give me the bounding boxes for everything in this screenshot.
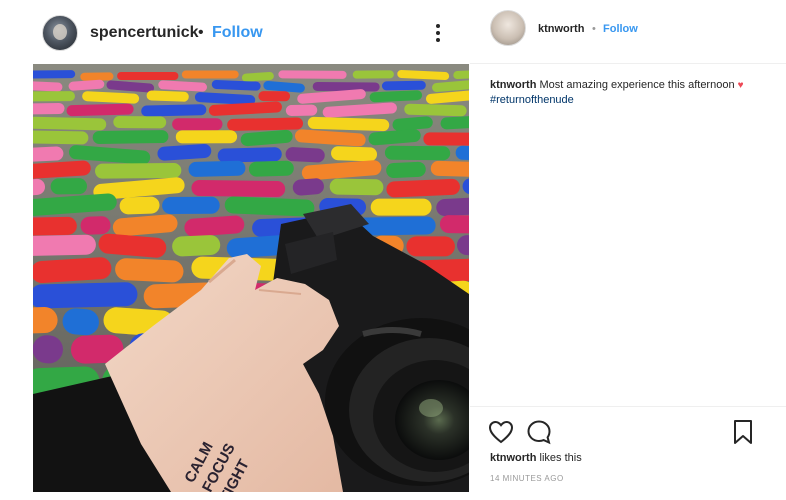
- body-shape: [33, 116, 107, 131]
- body-shape: [430, 160, 469, 178]
- body-shape: [331, 146, 378, 162]
- panel-username[interactable]: ktnworth: [538, 23, 584, 35]
- post-side-panel: ktnworth • Follow ktnworth Most amazing …: [470, 0, 786, 500]
- body-shape: [386, 178, 460, 198]
- body-shape: [146, 90, 189, 102]
- body-shape: [117, 72, 179, 80]
- body-shape: [370, 198, 432, 216]
- commenter-avatar[interactable]: [490, 10, 526, 46]
- separator-dot: •: [592, 23, 596, 35]
- body-shape: [172, 235, 221, 257]
- body-shape: [175, 130, 238, 144]
- hand-writing: CALM FOCUS TIGHT: [181, 439, 252, 492]
- post-timestamp[interactable]: 14 MINUTES AGO: [490, 474, 564, 483]
- body-shape: [33, 91, 76, 102]
- body-shape: [406, 236, 455, 257]
- body-shape: [352, 70, 394, 79]
- body-shape: [50, 178, 88, 195]
- more-options-icon[interactable]: [428, 22, 448, 44]
- body-shape: [436, 197, 469, 217]
- bookmark-icon[interactable]: [732, 419, 754, 445]
- heart-icon[interactable]: [488, 420, 514, 444]
- body-shape: [312, 81, 380, 92]
- body-shape: [248, 160, 294, 177]
- separator-dot: •: [198, 24, 204, 41]
- body-shape: [33, 282, 138, 309]
- follow-button[interactable]: Follow: [212, 24, 263, 42]
- post-header: spencertunick • Follow: [0, 0, 470, 64]
- more-dot: [436, 38, 440, 42]
- divider: [470, 63, 786, 64]
- body-shape: [33, 102, 65, 115]
- body-shape: [115, 258, 184, 283]
- body-shape: [258, 91, 291, 102]
- author-username[interactable]: spencertunick: [90, 24, 198, 42]
- post-caption: ktnworth Most amazing experience this af…: [490, 78, 750, 108]
- body-shape: [33, 130, 89, 145]
- caption-hashtag[interactable]: #returnofthenude: [490, 94, 574, 106]
- body-shape: [33, 216, 77, 236]
- body-shape: [80, 72, 114, 81]
- body-shape: [329, 178, 384, 196]
- more-dot: [436, 24, 440, 28]
- body-shape: [181, 70, 239, 79]
- caption-text: Most amazing experience this afternoon: [539, 79, 735, 91]
- body-shape: [292, 178, 324, 196]
- body-shape: [285, 147, 325, 163]
- more-dot: [436, 31, 440, 35]
- body-shape: [188, 160, 246, 177]
- body-shape: [191, 180, 286, 197]
- caption-username[interactable]: ktnworth: [490, 79, 536, 91]
- body-shape: [33, 81, 63, 92]
- body-shape: [119, 196, 160, 215]
- body-shape: [80, 216, 111, 235]
- body-shape: [381, 80, 426, 91]
- body-shape: [217, 147, 282, 163]
- likes-line: ktnworth likes this: [490, 452, 582, 464]
- body-shape: [113, 116, 167, 129]
- post-photo[interactable]: CALM FOCUS TIGHT: [33, 64, 469, 492]
- avatar-face: [53, 24, 67, 40]
- author-avatar[interactable]: [42, 15, 78, 51]
- body-shape: [404, 103, 467, 117]
- divider: [470, 406, 786, 407]
- body-shape: [141, 104, 207, 117]
- body-shape: [162, 196, 220, 215]
- likes-username[interactable]: ktnworth: [490, 452, 536, 464]
- body-shape: [278, 70, 347, 79]
- body-shape: [33, 234, 96, 256]
- body-shape: [285, 104, 318, 117]
- body-shape: [92, 130, 169, 144]
- body-shape: [386, 161, 426, 178]
- body-shape: [66, 103, 134, 117]
- heart-emoji: ♥: [737, 80, 744, 91]
- body-shape: [33, 70, 76, 79]
- likes-suffix: likes this: [539, 452, 582, 464]
- body-shape: [423, 132, 469, 146]
- panel-follow-button[interactable]: Follow: [603, 23, 638, 35]
- body-shape: [172, 118, 223, 131]
- body-shape: [439, 215, 469, 234]
- body-shape: [384, 145, 451, 161]
- body-shape: [227, 117, 304, 131]
- body-shape: [33, 146, 64, 162]
- body-shape: [95, 162, 182, 179]
- comment-icon[interactable]: [526, 419, 552, 445]
- body-shape: [307, 116, 390, 132]
